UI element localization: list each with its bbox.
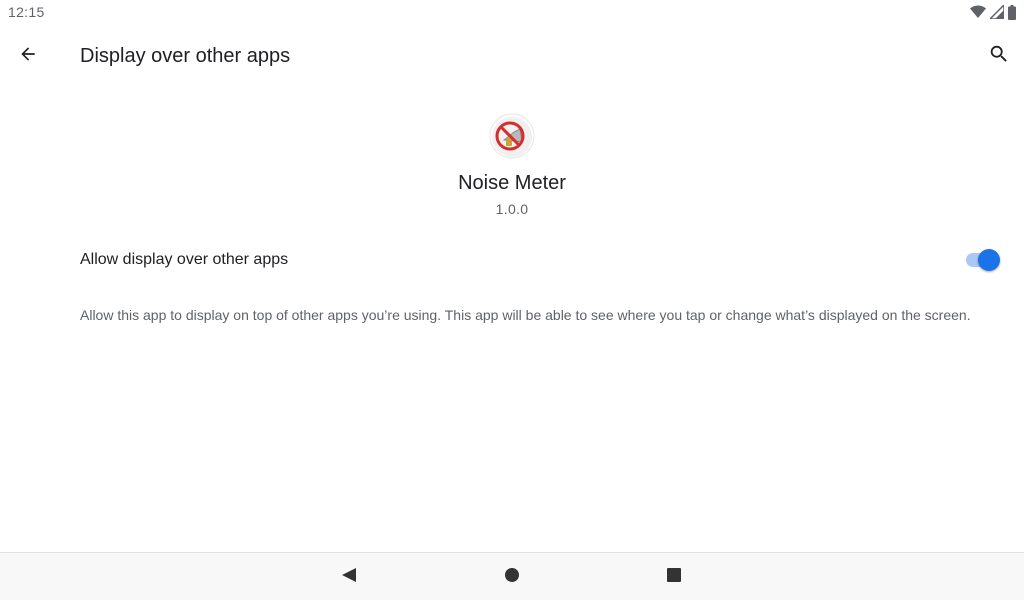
- page-title: Display over other apps: [80, 45, 291, 67]
- app-name: Noise Meter: [458, 172, 566, 194]
- nav-recents-button[interactable]: [658, 561, 690, 593]
- nav-back-button[interactable]: [333, 561, 365, 593]
- allow-display-setting-row[interactable]: Allow display over other apps: [0, 236, 1024, 284]
- switch-thumb: [978, 249, 1000, 271]
- battery-icon: [1008, 4, 1016, 20]
- navigation-bar: [0, 552, 1024, 600]
- search-button[interactable]: [979, 36, 1019, 76]
- allow-display-switch[interactable]: [964, 249, 1000, 271]
- settings-screen: 12:15 Display over other apps Noise Mete…: [0, 0, 1024, 600]
- permission-description: Allow this app to display on top of othe…: [80, 307, 971, 323]
- cell-signal-icon: [990, 5, 1004, 19]
- nav-home-button[interactable]: [496, 561, 528, 593]
- no-megaphone-icon: [488, 112, 536, 160]
- wifi-icon: [970, 5, 986, 19]
- app-header: Noise Meter 1.0.0: [0, 112, 1024, 217]
- app-bar: Display over other apps: [0, 24, 1024, 88]
- back-button[interactable]: [8, 36, 48, 76]
- search-icon: [988, 43, 1010, 70]
- app-version: 1.0.0: [495, 201, 529, 217]
- status-icons: [970, 4, 1016, 20]
- allow-display-label: Allow display over other apps: [80, 251, 289, 268]
- nav-home-icon: [504, 567, 520, 588]
- status-bar: 12:15: [0, 0, 1024, 24]
- nav-recents-icon: [666, 567, 682, 588]
- status-time: 12:15: [8, 4, 45, 20]
- nav-back-icon: [341, 567, 357, 588]
- arrow-back-icon: [18, 44, 38, 69]
